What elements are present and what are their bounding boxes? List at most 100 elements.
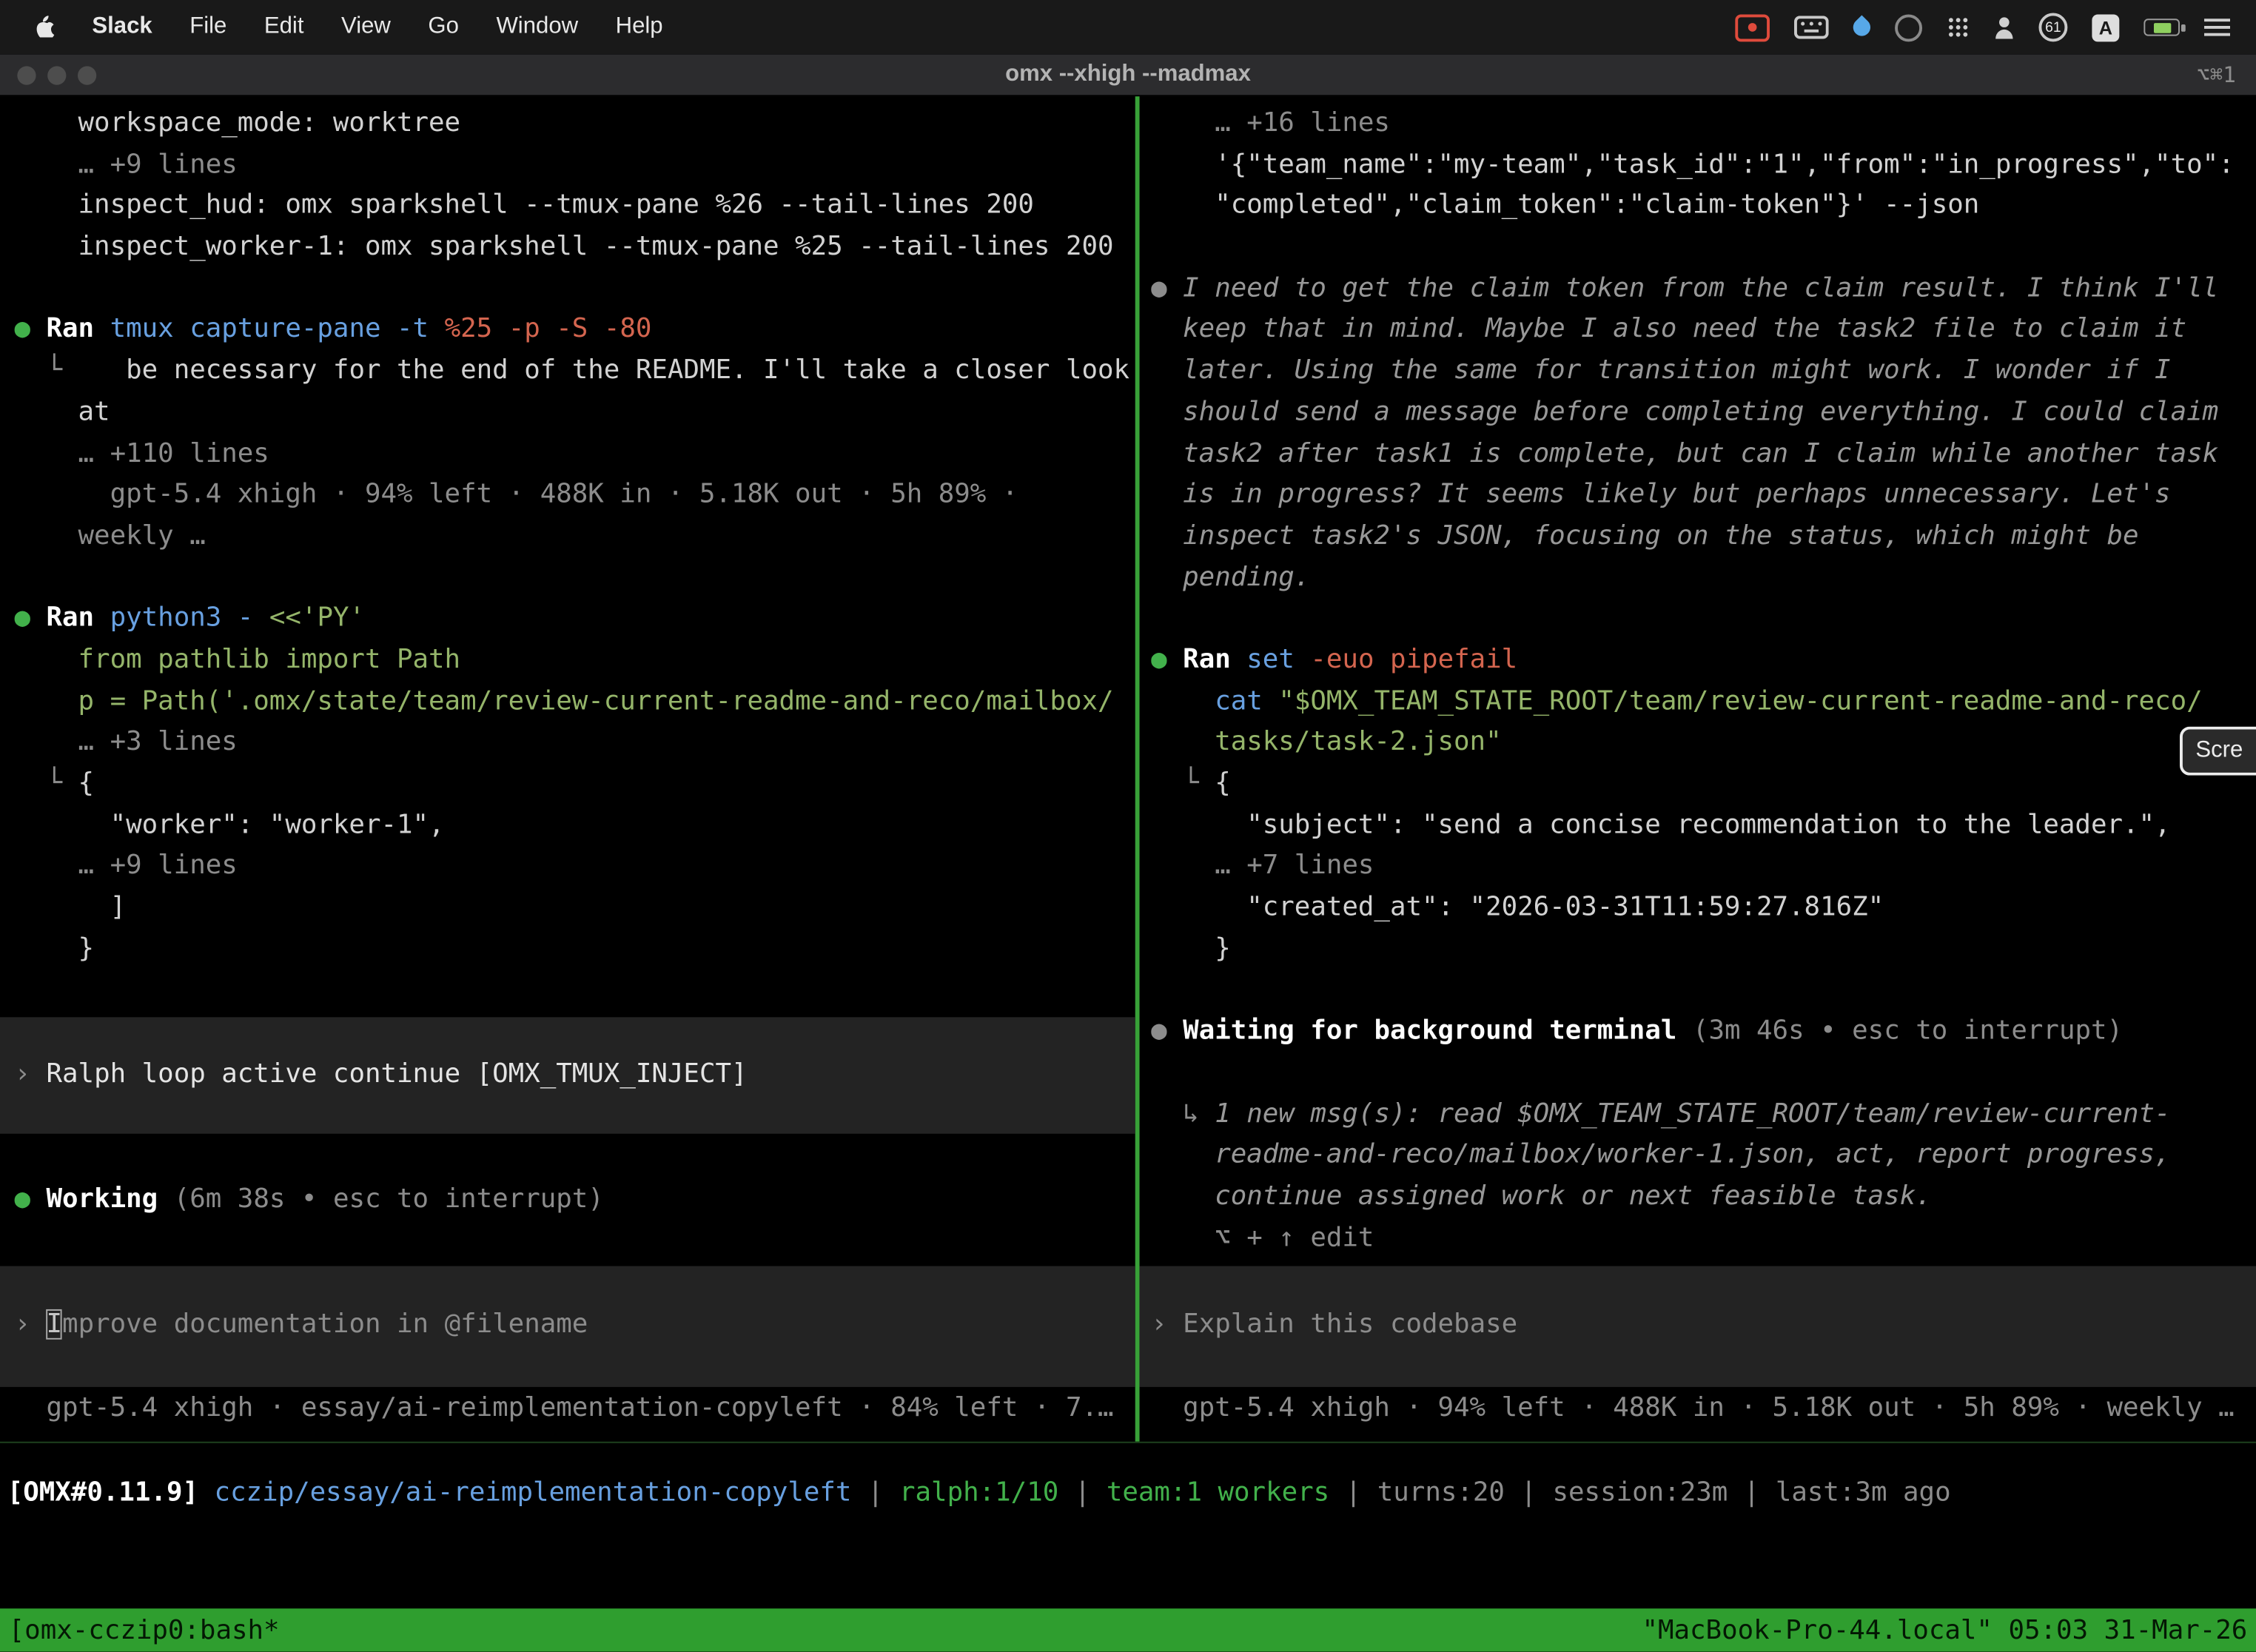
text-segment: '{"team_name":"my-team","task_id":"1","f…: [1151, 150, 2235, 180]
app-circle-icon[interactable]: [1895, 13, 1922, 41]
text-segment: mprove documentation in @filename: [62, 1309, 588, 1340]
screen-share-toast[interactable]: Scre: [2180, 727, 2256, 776]
text-segment: {: [78, 768, 95, 799]
terminal-line: "subject": "send a concise recommendatio…: [1151, 805, 2256, 847]
terminal-line: p = Path('.omx/state/team/review-current…: [14, 682, 1135, 723]
menu-file[interactable]: File: [171, 14, 246, 40]
tmux-host-time: "MacBook-Pro-44.local" 05:03 31-Mar-26: [1642, 1615, 2247, 1645]
window-title-bar[interactable]: omx --xhigh --madmax ⌥⌘1: [0, 55, 2256, 96]
window-shortcut-hint: ⌥⌘1: [2197, 62, 2236, 88]
text-segment: … +9 lines: [14, 150, 237, 180]
menu-window[interactable]: Window: [477, 14, 597, 40]
terminal-line: readme-and-reco/mailbox/worker-1.json, a…: [1151, 1135, 2256, 1177]
text-segment: p = Path('.omx/state/team/review-current…: [14, 686, 1113, 716]
terminal-line: └ {: [1151, 764, 2256, 805]
text-segment: Explain this codebase: [1183, 1309, 1517, 1340]
apple-menu-icon[interactable]: [14, 11, 73, 44]
menu-view[interactable]: View: [323, 14, 409, 40]
menu-status-icons: 61 A: [1735, 13, 2241, 41]
dots-grid-icon[interactable]: [1947, 16, 1970, 38]
model-status-left: gpt-5.4 xhigh · essay/ai-reimplementatio…: [0, 1388, 1135, 1429]
text-segment: weekly …: [14, 520, 205, 551]
text-segment: (6m 38s • esc to interrupt): [158, 1184, 604, 1215]
text-segment: team:1 workers: [1107, 1477, 1329, 1508]
text-segment: ●: [14, 603, 46, 634]
text-segment: python3 -: [110, 603, 269, 634]
prompt-input-left[interactable]: › Improve documentation in @filename: [0, 1266, 1135, 1387]
text-segment: ●: [14, 315, 46, 345]
text-segment: ›: [1151, 1309, 1183, 1340]
text-segment: cczip/essay/ai-reimplementation-copyleft: [215, 1477, 852, 1508]
text-segment: I need to get the claim token from the c…: [1183, 273, 2218, 303]
tmux-pane-left[interactable]: workspace_mode: worktree … +9 lines insp…: [0, 96, 1135, 1442]
text-segment: -euo pipefail: [1310, 645, 1517, 675]
keyboard-icon[interactable]: [1794, 16, 1829, 38]
text-segment: |: [1505, 1477, 1553, 1508]
terminal-line: [14, 557, 1135, 599]
terminal-line: ● Ran python3 - <<'PY': [14, 599, 1135, 640]
text-segment: "completed","claim_token":"claim-token"}…: [1151, 190, 1979, 221]
left-scrollback: workspace_mode: worktree … +9 lines insp…: [14, 104, 1135, 970]
text-segment: ]: [14, 892, 126, 922]
menu-app-name[interactable]: Slack: [73, 14, 171, 40]
text-segment: … +110 lines: [14, 438, 269, 469]
terminal-line: ⌥ + ↑ edit: [1151, 1218, 2256, 1260]
text-segment: <<'PY': [269, 603, 365, 634]
text-segment: set: [1246, 645, 1310, 675]
text-segment: 1 new msg(s): read $OMX_TEAM_STATE_ROOT/…: [1215, 1098, 2170, 1129]
menu-help[interactable]: Help: [597, 14, 682, 40]
terminal-line: … +9 lines: [14, 847, 1135, 888]
desktop: Slack File Edit View Go Window Help: [0, 0, 2256, 1652]
tmux-session-label: [omx-cczip0:bash*: [9, 1615, 280, 1645]
text-segment: Ralph loop active continue [OMX_TMUX_INJ…: [47, 1060, 748, 1090]
text-segment: at: [14, 397, 110, 427]
text-segment: should send a message before completing …: [1151, 397, 2218, 427]
ralph-inject-banner: › Ralph loop active continue [OMX_TMUX_I…: [0, 1018, 1135, 1134]
profile-icon[interactable]: [1994, 16, 2014, 38]
text-segment: turns:20: [1377, 1477, 1505, 1508]
terminal-line: … +3 lines: [14, 722, 1135, 764]
text-segment: continue assigned work or next feasible …: [1151, 1181, 1932, 1212]
text-segment: ↳: [1151, 1098, 1215, 1129]
terminal-line: "created_at": "2026-03-31T11:59:27.816Z": [1151, 887, 2256, 929]
prompt-input-right[interactable]: › Explain this codebase: [1140, 1266, 2256, 1387]
working-status-line: ● Working (6m 38s • esc to interrupt): [14, 1180, 1135, 1221]
tmux-pane-right[interactable]: … +16 lines '{"team_name":"my-team","tas…: [1140, 96, 2256, 1442]
screen-recording-icon[interactable]: [1735, 13, 1770, 41]
droplet-icon[interactable]: [1850, 15, 1874, 39]
terminal-line: … +16 lines: [1151, 104, 2256, 145]
text-segment: ●: [1151, 645, 1183, 675]
text-segment: Waiting for background terminal: [1183, 1016, 1676, 1047]
omx-status-line: [OMX#0.11.9] cczip/essay/ai-reimplementa…: [7, 1474, 1951, 1515]
text-segment: ●: [14, 1184, 46, 1215]
text-segment: (3m 46s • esc to interrupt): [1676, 1016, 2123, 1047]
right-pane-bottom: › Explain this codebase gpt-5.4 xhigh · …: [1140, 1266, 2256, 1429]
terminal-line: is in progress? It seems likely but perh…: [1151, 475, 2256, 517]
terminal-line: ● I need to get the claim token from the…: [1151, 269, 2256, 310]
text-segment: %25 -p -S -80: [445, 315, 652, 345]
screen: Slack File Edit View Go Window Help: [0, 0, 2256, 1652]
terminal-line: pending.: [1151, 557, 2256, 599]
text-segment: ›: [14, 1060, 46, 1090]
text-segment: cat: [1215, 686, 1278, 716]
text-segment: tmux capture-pane -t: [110, 315, 445, 345]
text-segment: |: [1058, 1477, 1107, 1508]
menu-left: Slack File Edit View Go Window Help: [14, 11, 681, 44]
menu-edit[interactable]: Edit: [246, 14, 323, 40]
terminal-line: [1151, 1053, 2256, 1095]
terminal-line: workspace_mode: worktree: [14, 104, 1135, 145]
terminal-line: '{"team_name":"my-team","task_id":"1","f…: [1151, 145, 2256, 187]
menu-go[interactable]: Go: [409, 14, 477, 40]
text-segment: gpt-5.4 xhigh · 94% left · 488K in · 5.1…: [14, 480, 1018, 510]
text-segment: [OMX#0.11.9]: [7, 1477, 215, 1508]
terminal-line: └ {: [14, 764, 1135, 805]
list-menu-icon[interactable]: [2204, 17, 2230, 37]
text-segment: "$OMX_TEAM_STATE_ROOT/team/review-curren…: [1278, 686, 2202, 716]
battery-percent-badge[interactable]: 61: [2038, 13, 2067, 41]
text-segment: gpt-5.4 xhigh · 94% left · 488K in · 5.1…: [1151, 1392, 2235, 1423]
battery-icon[interactable]: [2143, 19, 2180, 36]
text-segment: pending.: [1151, 562, 1310, 592]
terminal-area: workspace_mode: worktree … +9 lines insp…: [0, 96, 2256, 1442]
input-source-icon[interactable]: A: [2092, 13, 2119, 41]
text-segment: ⌥ + ↑ edit: [1151, 1222, 1374, 1252]
